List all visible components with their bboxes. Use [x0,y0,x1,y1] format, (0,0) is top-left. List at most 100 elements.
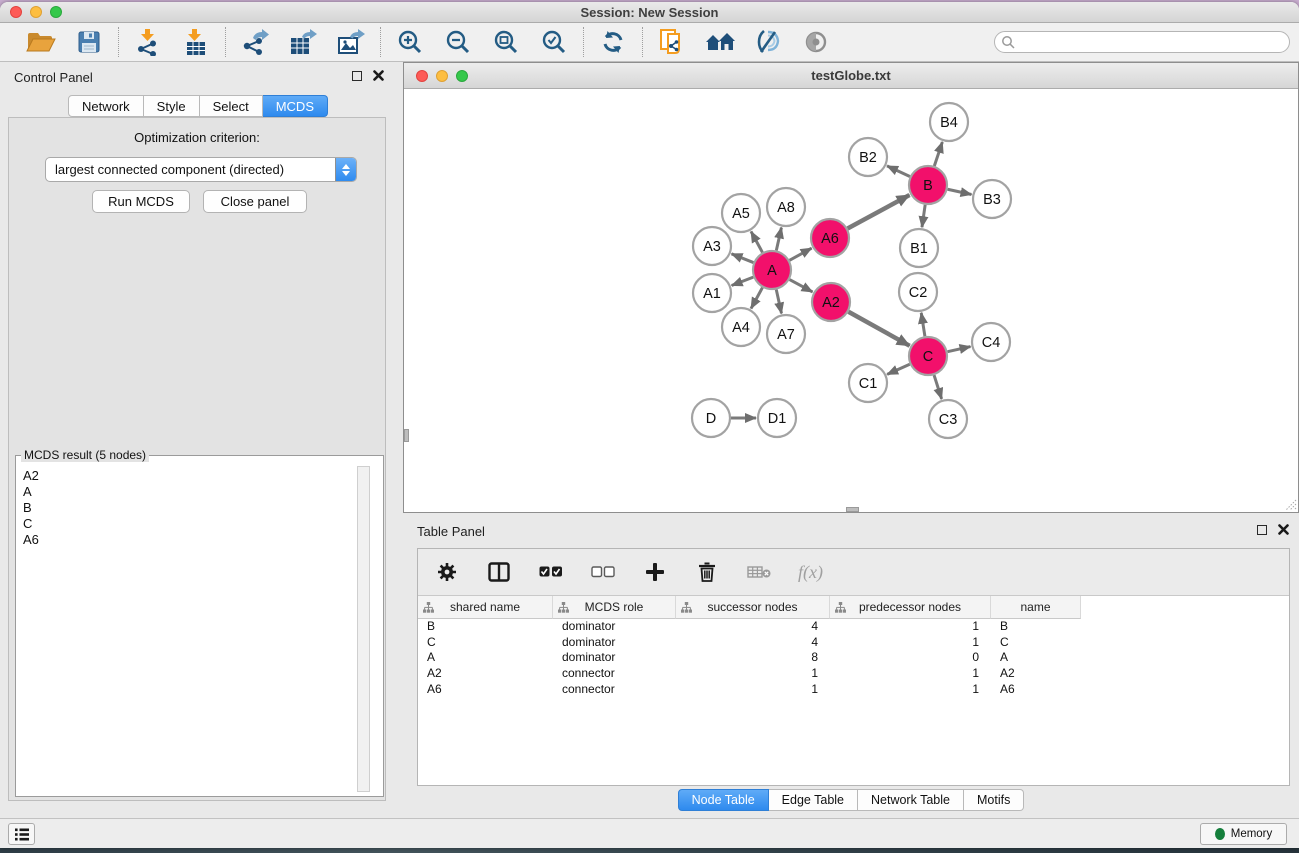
table-row[interactable]: Bdominator41B [418,619,1289,635]
edge-A-A4[interactable] [751,288,762,309]
node-C3[interactable]: C3 [929,400,967,438]
edge-C-C4[interactable] [948,347,971,352]
show-columns-icon[interactable] [486,559,512,585]
edge-A-A6[interactable] [790,248,812,260]
edge-A-A8[interactable] [776,227,781,250]
edge-C-C1[interactable] [887,364,910,374]
select-all-checkboxes-icon[interactable] [538,559,564,585]
node-A5[interactable]: A5 [722,194,760,232]
table-row[interactable]: A2connector11A2 [418,666,1289,682]
edge-C-C2[interactable] [921,313,925,336]
column-header-mcds-role[interactable]: MCDS role [553,596,676,619]
add-column-icon[interactable] [642,559,668,585]
open-session-icon[interactable] [25,26,57,58]
node-A8[interactable]: A8 [767,188,805,226]
node-C2[interactable]: C2 [899,273,937,311]
close-panel-button[interactable]: Close panel [203,190,307,213]
table-row[interactable]: A6connector11A6 [418,682,1289,698]
mcds-result-item[interactable]: B [20,500,352,516]
node-A2[interactable]: A2 [812,283,850,321]
save-session-icon[interactable] [73,26,105,58]
tab-select[interactable]: Select [200,95,263,117]
table-row[interactable]: Cdominator41C [418,635,1289,651]
run-mcds-button[interactable]: Run MCDS [92,190,190,213]
node-A3[interactable]: A3 [693,227,731,265]
close-table-panel-icon[interactable] [1278,524,1289,535]
edge-A6-B[interactable] [848,195,910,228]
tab-motifs[interactable]: Motifs [964,789,1024,811]
node-A6[interactable]: A6 [811,219,849,257]
import-network-icon[interactable] [132,26,164,58]
zoom-selected-icon[interactable] [538,26,570,58]
mcds-result-item[interactable]: A2 [20,468,352,484]
column-header-name[interactable]: name [991,596,1081,619]
deselect-all-checkboxes-icon[interactable] [590,559,616,585]
zoom-out-icon[interactable] [442,26,474,58]
tab-network-table[interactable]: Network Table [858,789,964,811]
edge-A-A3[interactable] [731,254,753,263]
memory-button[interactable]: Memory [1200,823,1287,845]
tab-edge-table[interactable]: Edge Table [769,789,858,811]
import-table-icon[interactable] [180,26,212,58]
node-A7[interactable]: A7 [767,315,805,353]
edge-A-A1[interactable] [732,277,754,285]
column-header-successor-nodes[interactable]: successor nodes [676,596,830,619]
search-input[interactable] [1016,35,1289,49]
home-icon[interactable] [704,26,736,58]
network-window-titlebar[interactable]: testGlobe.txt [404,63,1298,89]
mcds-result-item[interactable]: A6 [20,532,352,548]
hide-graphics-details-icon[interactable] [752,26,784,58]
tab-style[interactable]: Style [144,95,200,117]
edge-B-B1[interactable] [922,205,925,227]
edge-A2-C[interactable] [848,312,909,346]
table-row[interactable]: Adominator80A [418,650,1289,666]
tab-node-table[interactable]: Node Table [678,789,769,811]
refresh-icon[interactable] [597,26,629,58]
node-A1[interactable]: A1 [693,274,731,312]
node-A[interactable]: A [753,251,791,289]
search-box[interactable] [994,31,1290,53]
edge-A-A7[interactable] [776,290,781,314]
node-B[interactable]: B [909,166,947,204]
delete-column-trash-icon[interactable] [694,559,720,585]
delete-table-icon[interactable] [746,559,772,585]
mcds-result-list[interactable]: A2ABCA6 [20,466,352,792]
tab-mcds[interactable]: MCDS [263,95,328,117]
vertical-scrollbar-stub[interactable] [404,429,409,442]
edge-C-C3[interactable] [934,375,942,399]
column-header-predecessor-nodes[interactable]: predecessor nodes [830,596,991,619]
edge-B-B4[interactable] [934,142,942,166]
edge-A-A5[interactable] [751,231,762,252]
node-C[interactable]: C [909,337,947,375]
mcds-result-item[interactable]: A [20,484,352,500]
mcds-list-scrollbar[interactable] [357,466,370,792]
zoom-fit-icon[interactable] [490,26,522,58]
edge-B-B3[interactable] [948,189,972,194]
node-A4[interactable]: A4 [722,308,760,346]
new-network-from-selection-icon[interactable] [656,26,688,58]
float-panel-icon[interactable] [352,71,362,81]
mcds-result-item[interactable]: C [20,516,352,532]
tab-network[interactable]: Network [68,95,144,117]
node-C1[interactable]: C1 [849,364,887,402]
edge-B-B2[interactable] [887,166,910,177]
export-image-icon[interactable] [335,26,367,58]
float-table-panel-icon[interactable] [1257,525,1267,535]
horizontal-scrollbar-stub[interactable] [846,507,859,512]
column-header-shared-name[interactable]: shared name [418,596,553,619]
main-titlebar[interactable]: Session: New Session [0,2,1299,23]
node-D1[interactable]: D1 [758,399,796,437]
node-B3[interactable]: B3 [973,180,1011,218]
node-B2[interactable]: B2 [849,138,887,176]
node-C4[interactable]: C4 [972,323,1010,361]
column-settings-gear-icon[interactable] [434,559,460,585]
show-hide-panels-eye-icon[interactable] [800,26,832,58]
function-builder-icon[interactable]: f(x) [798,562,823,583]
network-canvas[interactable]: AA1A2A3A4A5A6A7A8BB1B2B3B4CC1C2C3C4DD1 [404,89,1298,512]
edge-A-A2[interactable] [790,280,813,292]
export-network-icon[interactable] [239,26,271,58]
optimization-criterion-select[interactable]: largest connected component (directed) [45,157,357,182]
node-D[interactable]: D [692,399,730,437]
export-table-icon[interactable] [287,26,319,58]
zoom-in-icon[interactable] [394,26,426,58]
